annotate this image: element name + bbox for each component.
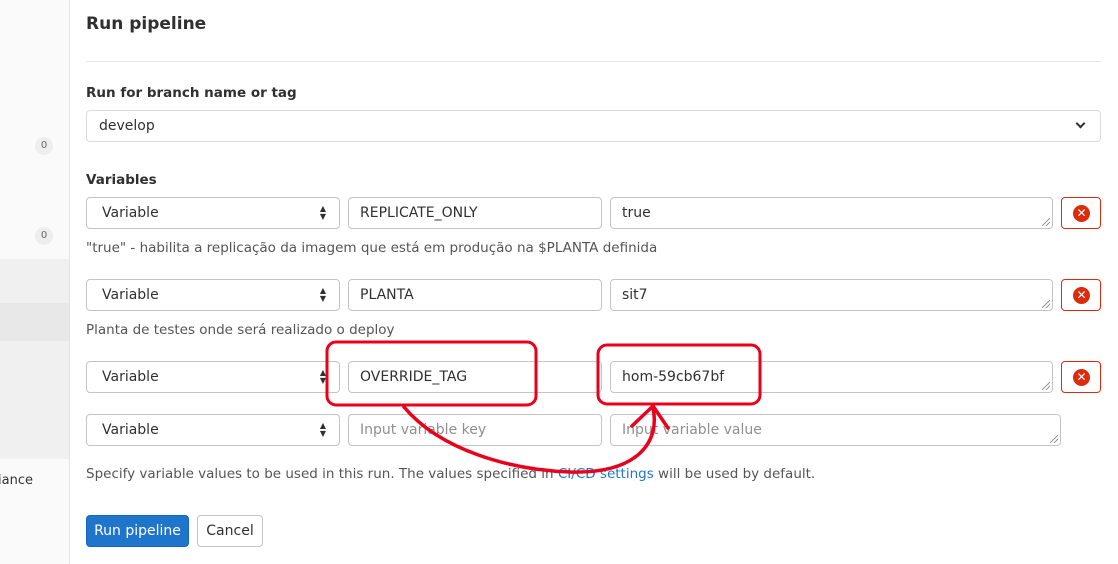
help-text-before: Specify variable values to be used in th…	[86, 466, 558, 482]
page-title: Run pipeline	[86, 14, 207, 34]
branch-select-value: develop	[99, 118, 155, 134]
variable-value-input[interactable]: true	[610, 197, 1053, 229]
title-divider	[86, 61, 1101, 62]
variable-description: Planta de testes onde será realizado o d…	[86, 322, 395, 338]
run-pipeline-button[interactable]: Run pipeline	[86, 515, 189, 547]
close-circle-icon: ✕	[1073, 369, 1090, 386]
variable-value-text: true	[622, 205, 651, 221]
chevron-down-icon	[1075, 118, 1086, 129]
variable-key-input[interactable]: Input variable key	[348, 414, 602, 446]
variable-value-input[interactable]: Input variable value	[610, 414, 1061, 446]
close-circle-icon: ✕	[1073, 287, 1090, 304]
variable-value-placeholder: Input variable value	[622, 422, 762, 438]
sort-updown-icon: ▲ ▼	[319, 368, 327, 385]
sort-updown-icon: ▲ ▼	[319, 421, 327, 438]
variable-type-select[interactable]: Variable ▲ ▼	[86, 279, 340, 311]
sort-updown-icon: ▲ ▼	[319, 286, 327, 303]
remove-variable-button[interactable]: ✕	[1061, 197, 1101, 229]
cancel-button[interactable]: Cancel	[197, 515, 263, 547]
resize-grip-icon[interactable]	[1042, 382, 1050, 390]
variable-type-select[interactable]: Variable ▲ ▼	[86, 414, 340, 446]
variable-type-value: Variable	[102, 422, 159, 438]
resize-grip-icon[interactable]	[1050, 435, 1058, 443]
help-text-after: will be used by default.	[653, 466, 816, 482]
variable-type-select[interactable]: Variable ▲ ▼	[86, 197, 340, 229]
variable-value-text: sit7	[622, 287, 648, 303]
variable-row: Variable ▲ ▼ PLANTA sit7 ✕	[0, 279, 1118, 311]
resize-grip-icon[interactable]	[1042, 218, 1050, 226]
variables-label: Variables	[86, 172, 157, 188]
variable-row: Variable ▲ ▼ OVERRIDE_TAG hom-59cb67bf ✕	[0, 361, 1118, 393]
variable-description: "true" - habilita a replicação da imagem…	[86, 240, 658, 256]
close-circle-icon: ✕	[1073, 205, 1090, 222]
branch-label: Run for branch name or tag	[86, 85, 297, 101]
variable-type-select[interactable]: Variable ▲ ▼	[86, 361, 340, 393]
sidebar-count-badge: 0	[35, 227, 53, 245]
variable-value-input[interactable]: hom-59cb67bf	[610, 361, 1053, 393]
sort-updown-icon: ▲ ▼	[319, 204, 327, 221]
variable-type-value: Variable	[102, 205, 159, 221]
variable-type-value: Variable	[102, 287, 159, 303]
variable-type-value: Variable	[102, 369, 159, 385]
variable-key-input[interactable]: PLANTA	[348, 279, 602, 311]
variable-row: Variable ▲ ▼ REPLICATE_ONLY true ✕	[0, 197, 1118, 229]
variable-row-new: Variable ▲ ▼ Input variable key Input var…	[0, 414, 1118, 446]
sidebar-item-label[interactable]: iance	[0, 473, 33, 488]
sidebar-count-badge: 0	[35, 137, 53, 155]
branch-select[interactable]: develop	[86, 110, 1101, 142]
variable-key-input[interactable]: OVERRIDE_TAG	[348, 361, 602, 393]
variable-value-input[interactable]: sit7	[610, 279, 1053, 311]
variable-key-input[interactable]: REPLICATE_ONLY	[348, 197, 602, 229]
help-text: Specify variable values to be used in th…	[86, 466, 815, 482]
ci-cd-settings-link[interactable]: CI/CD settings	[558, 466, 654, 482]
variable-value-text: hom-59cb67bf	[622, 369, 725, 385]
remove-variable-button[interactable]: ✕	[1061, 279, 1101, 311]
remove-variable-button[interactable]: ✕	[1061, 361, 1101, 393]
resize-grip-icon[interactable]	[1042, 300, 1050, 308]
